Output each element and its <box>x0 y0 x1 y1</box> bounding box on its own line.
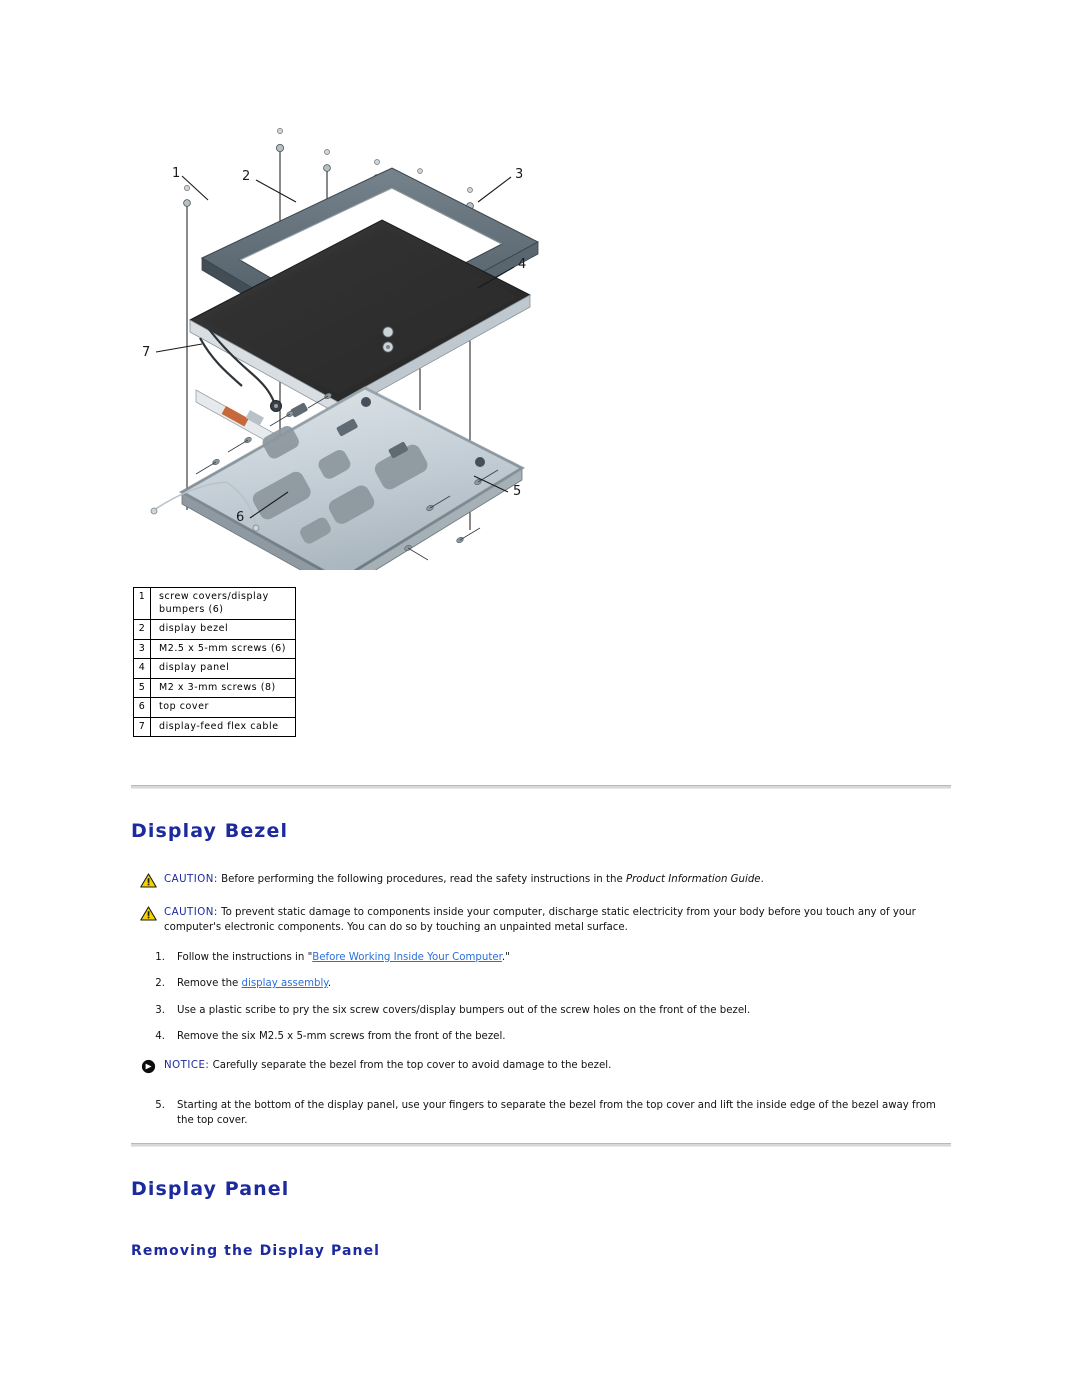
caution-body: Before performing the following procedur… <box>217 874 626 885</box>
step-number: 5. <box>155 1100 165 1111</box>
caution-keyword: CAUTION: <box>164 874 218 885</box>
legend-row: 2 display bezel <box>133 619 296 640</box>
step-text-pre: Use a plastic scribe to pry the six scre… <box>177 1004 751 1016</box>
callout-7: 7 <box>142 345 150 360</box>
notice-keyword: NOTICE: <box>164 1060 210 1071</box>
step-number: 1. <box>155 952 165 963</box>
legend-number: 3 <box>133 638 151 660</box>
legend-row: 6 top cover <box>133 697 296 718</box>
step-text-post: ." <box>501 952 510 963</box>
legend-body: 1 screw covers/display bumpers (6) 2 dis… <box>133 586 296 738</box>
notice-block-bezel: NOTICE: Carefully separate the bezel fro… <box>140 1058 945 1074</box>
diagram-svg: 1 2 3 4 5 6 7 <box>142 128 540 570</box>
legend-label: display bezel <box>150 619 296 640</box>
legend-label: display panel <box>150 658 296 679</box>
legend-number: 6 <box>133 697 151 718</box>
warning-triangle-icon <box>140 906 157 921</box>
legend-row: 5 M2 x 3-mm screws (8) <box>133 677 296 699</box>
step-text-pre: Follow the instructions in " <box>177 952 313 963</box>
list-item: 4. Remove the six M2.5 x 5-mm screws from… <box>143 1029 943 1044</box>
heading-display-panel: Display Panel <box>131 1178 290 1200</box>
display-assembly-exploded-diagram: 1 2 3 4 5 6 7 <box>130 110 560 570</box>
caution-block-esd: CAUTION: To prevent static damage to com… <box>140 905 945 936</box>
callout-6: 6 <box>236 510 244 525</box>
section-divider-bottom <box>131 1143 951 1147</box>
legend-row: 1 screw covers/display bumpers (6) <box>133 586 296 621</box>
procedure-steps-bezel-continued: 5. Starting at the bottom of the display … <box>143 1098 943 1129</box>
section-divider-top <box>131 785 951 789</box>
document-page: 1 2 3 4 5 6 7 1 screw covers/display bum… <box>0 0 1080 1397</box>
figure-legend-table: 1 screw covers/display bumpers (6) 2 dis… <box>133 586 296 738</box>
step-text-post: . <box>327 978 332 990</box>
list-item: 1. Follow the instructions in "Before Wor… <box>143 950 943 965</box>
caution-body-end: . <box>760 874 764 885</box>
legend-row: 3 M2.5 x 5-mm screws (6) <box>133 638 296 660</box>
callout-1: 1 <box>172 166 180 181</box>
link-before-working-inside-your-computer[interactable]: Before Working Inside Your Computer <box>312 952 502 963</box>
legend-row: 7 display-feed flex cable <box>133 716 296 738</box>
legend-number: 2 <box>133 619 151 640</box>
procedure-steps-bezel: 1. Follow the instructions in "Before Wor… <box>143 950 943 1044</box>
legend-label: M2 x 3-mm screws (8) <box>150 677 296 699</box>
legend-label: screw covers/display bumpers (6) <box>150 586 296 621</box>
list-item: 3. Use a plastic scribe to pry the six sc… <box>143 1003 943 1018</box>
list-item: 5. Starting at the bottom of the display … <box>143 1098 943 1129</box>
step-text-pre: Starting at the bottom of the display pa… <box>177 1100 936 1127</box>
step-number: 3. <box>155 1004 165 1016</box>
caution-block-safety: CAUTION: Before performing the following… <box>140 872 945 888</box>
notice-body: Carefully separate the bezel from the to… <box>209 1060 612 1071</box>
caution-italic-title: Product Information Guide <box>625 874 761 885</box>
legend-number: 1 <box>133 586 151 621</box>
step-text-pre: Remove the six M2.5 x 5-mm screws from t… <box>177 1030 506 1042</box>
legend-label: top cover <box>150 697 296 718</box>
warning-triangle-icon <box>140 873 157 888</box>
step-number: 2. <box>155 978 165 990</box>
list-item: 2. Remove the display assembly. <box>143 976 943 991</box>
caution-text: CAUTION: To prevent static damage to com… <box>164 905 945 936</box>
link-display-assembly[interactable]: display assembly <box>242 978 328 989</box>
notice-circle-arrow-icon <box>140 1059 157 1074</box>
legend-label: M2.5 x 5-mm screws (6) <box>150 638 296 660</box>
legend-number: 4 <box>133 658 151 679</box>
legend-number: 5 <box>133 677 151 699</box>
step-number: 4. <box>155 1030 165 1042</box>
step-text-pre: Remove the <box>177 978 242 990</box>
caution-body: To prevent static damage to components i… <box>164 907 916 934</box>
notice-text: NOTICE: Carefully separate the bezel fro… <box>164 1058 945 1073</box>
legend-label: display-feed flex cable <box>150 716 296 738</box>
heading-display-bezel: Display Bezel <box>131 820 289 842</box>
callout-2: 2 <box>242 169 250 184</box>
callout-5: 5 <box>513 484 521 499</box>
legend-number: 7 <box>133 716 151 738</box>
legend-row: 4 display panel <box>133 658 296 679</box>
callout-4: 4 <box>518 257 526 272</box>
callout-3: 3 <box>515 167 523 182</box>
heading-removing-the-display-panel: Removing the Display Panel <box>131 1243 381 1259</box>
caution-keyword: CAUTION: <box>164 907 218 918</box>
caution-text: CAUTION: Before performing the following… <box>164 872 945 887</box>
